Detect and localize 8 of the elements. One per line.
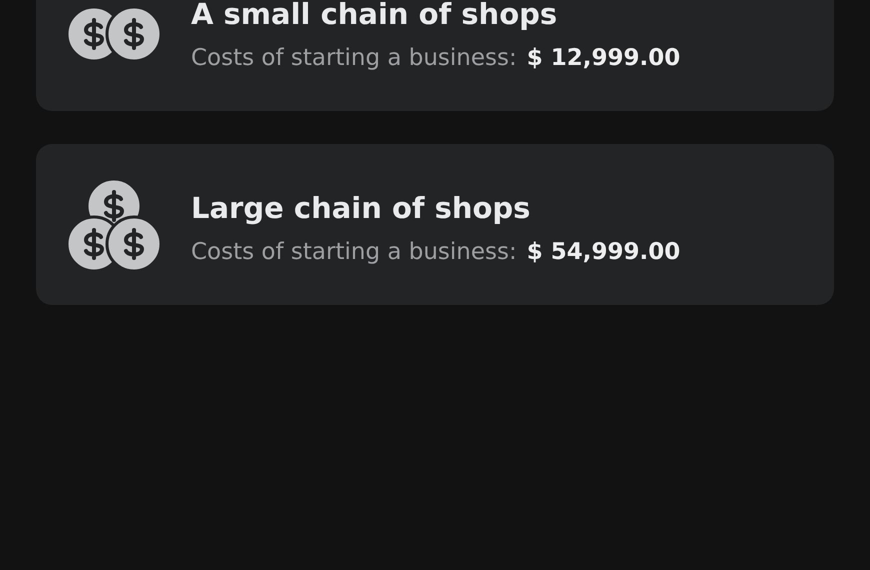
cost-amount: $ 12,999.00	[526, 44, 680, 70]
plan-card[interactable]: A small chain of shops Costs of starting a business: $ 12,999.00	[36, 0, 834, 111]
plan-card[interactable]: Large chain of shops Costs of starting a business: $ 54,999.00	[36, 144, 834, 305]
cost-label: Costs of starting a business:	[191, 44, 517, 70]
cost-label: Costs of starting a business:	[191, 238, 517, 264]
cost-amount: $ 54,999.00	[526, 238, 680, 264]
plan-title: A small chain of shops	[191, 0, 558, 30]
plan-title: Large chain of shops	[191, 190, 532, 224]
